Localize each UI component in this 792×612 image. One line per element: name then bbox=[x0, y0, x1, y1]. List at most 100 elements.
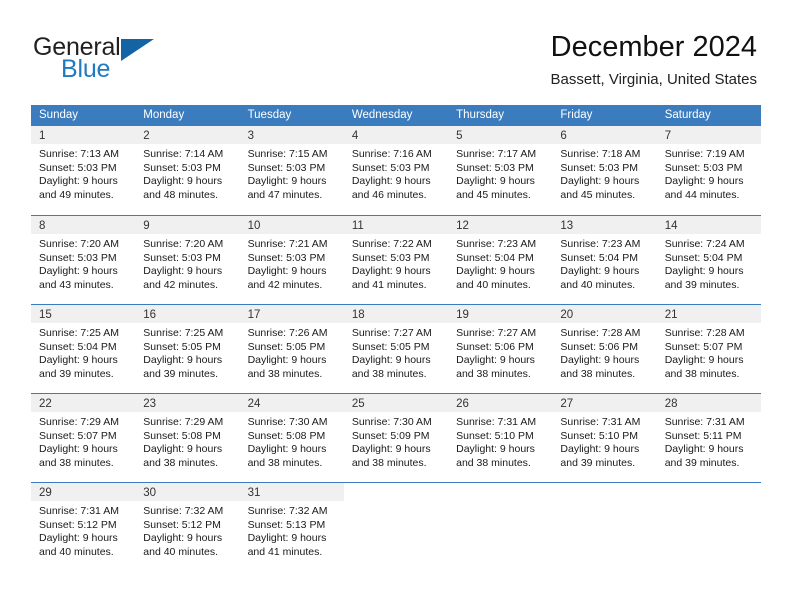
day-number-bar: 16 bbox=[135, 305, 240, 323]
sunrise-text: Sunrise: 7:20 AM bbox=[39, 238, 119, 250]
day-number-bar: 15 bbox=[31, 305, 136, 323]
day-number-bar: 2 bbox=[135, 126, 240, 144]
calendar-day-cell[interactable]: 23 Sunrise: 7:29 AM Sunset: 5:08 PM Dayligh… bbox=[135, 394, 240, 482]
title-block: December 2024 Bassett, Virginia, United … bbox=[551, 30, 758, 90]
calendar-day-cell[interactable]: 14 Sunrise: 7:24 AM Sunset: 5:04 PM Dayligh… bbox=[656, 216, 761, 304]
calendar-grid: Sunday Monday Tuesday Wednesday Thursday… bbox=[31, 105, 761, 571]
day-number-bar: 11 bbox=[343, 216, 449, 234]
daylight-text-line2: and 38 minutes. bbox=[456, 456, 531, 469]
daylight-text-line2: and 39 minutes. bbox=[560, 456, 636, 469]
calendar-day-cell[interactable]: 7 Sunrise: 7:19 AM Sunset: 5:03 PM Daylight… bbox=[656, 126, 761, 215]
day-number: 21 bbox=[664, 309, 678, 321]
day-number: 7 bbox=[664, 130, 672, 142]
calendar-day-cell[interactable]: 2 Sunrise: 7:14 AM Sunset: 5:03 PM Daylight… bbox=[135, 126, 240, 215]
daylight-text-line2: and 44 minutes. bbox=[664, 188, 740, 201]
sunset-text: Sunset: 5:10 PM bbox=[560, 429, 639, 442]
day-details: Sunrise: 7:20 AM Sunset: 5:03 PM Daylight:… bbox=[135, 234, 239, 292]
day-number: 27 bbox=[560, 398, 574, 410]
calendar-day-cell[interactable]: 12 Sunrise: 7:23 AM Sunset: 5:04 PM Dayligh… bbox=[448, 216, 553, 304]
calendar-day-cell[interactable]: 11 Sunrise: 7:22 AM Sunset: 5:03 PM Dayligh… bbox=[343, 216, 449, 304]
calendar-day-cell[interactable]: 20 Sunrise: 7:28 AM Sunset: 5:06 PM Dayligh… bbox=[552, 305, 657, 393]
weekday-header-wednesday: Wednesday bbox=[351, 109, 413, 121]
sunset-text: Sunset: 5:08 PM bbox=[143, 429, 221, 442]
daylight-text-line1: Daylight: 9 hours bbox=[39, 443, 118, 456]
calendar-day-cell[interactable]: 26 Sunrise: 7:31 AM Sunset: 5:10 PM Dayligh… bbox=[448, 394, 553, 482]
calendar-day-cell[interactable]: 19 Sunrise: 7:27 AM Sunset: 5:06 PM Dayligh… bbox=[448, 305, 553, 393]
day-number-bar: 29 bbox=[31, 483, 136, 501]
calendar-day-cell[interactable]: 13 Sunrise: 7:23 AM Sunset: 5:04 PM Dayligh… bbox=[552, 216, 657, 304]
calendar-day-cell[interactable]: 22 Sunrise: 7:29 AM Sunset: 5:07 PM Dayligh… bbox=[31, 394, 136, 482]
sunrise-text: Sunrise: 7:19 AM bbox=[664, 148, 745, 160]
sunset-text: Sunset: 5:05 PM bbox=[247, 340, 326, 353]
sunset-text: Sunset: 5:04 PM bbox=[456, 251, 534, 264]
day-number-bar: 28 bbox=[656, 394, 761, 412]
calendar-day-cell[interactable]: 9 Sunrise: 7:20 AM Sunset: 5:03 PM Daylight… bbox=[135, 216, 240, 304]
calendar-day-cell[interactable]: 25 Sunrise: 7:30 AM Sunset: 5:09 PM Dayligh… bbox=[343, 394, 449, 482]
day-details: Sunrise: 7:29 AM Sunset: 5:07 PM Daylight:… bbox=[31, 412, 135, 470]
calendar-day-cell[interactable]: 18 Sunrise: 7:27 AM Sunset: 5:05 PM Dayligh… bbox=[343, 305, 449, 393]
daylight-text-line2: and 38 minutes. bbox=[143, 456, 218, 469]
daylight-text-line1: Daylight: 9 hours bbox=[664, 443, 744, 456]
day-number: 14 bbox=[664, 220, 678, 232]
calendar-day-cell[interactable]: 15 Sunrise: 7:25 AM Sunset: 5:04 PM Dayligh… bbox=[31, 305, 136, 393]
daylight-text-line1: Daylight: 9 hours bbox=[39, 354, 118, 367]
day-number-bar: 7 bbox=[656, 126, 761, 144]
sunrise-text: Sunrise: 7:30 AM bbox=[247, 416, 328, 428]
calendar-day-cell[interactable]: 5 Sunrise: 7:17 AM Sunset: 5:03 PM Daylight… bbox=[448, 126, 553, 215]
day-number: 24 bbox=[247, 398, 261, 410]
calendar-day-cell[interactable]: 30 Sunrise: 7:32 AM Sunset: 5:12 PM Dayligh… bbox=[135, 483, 240, 571]
weekday-header-friday: Friday bbox=[560, 109, 593, 121]
daylight-text-line2: and 40 minutes. bbox=[456, 278, 531, 291]
day-number: 5 bbox=[456, 130, 463, 142]
calendar-day-cell[interactable]: 31 Sunrise: 7:32 AM Sunset: 5:13 PM Dayligh… bbox=[239, 483, 344, 571]
day-number: 30 bbox=[143, 487, 157, 499]
calendar-day-cell[interactable]: 16 Sunrise: 7:25 AM Sunset: 5:05 PM Dayligh… bbox=[135, 305, 240, 393]
calendar-day-cell[interactable]: 24 Sunrise: 7:30 AM Sunset: 5:08 PM Dayligh… bbox=[239, 394, 344, 482]
sunset-text: Sunset: 5:07 PM bbox=[39, 429, 117, 442]
brand-logo[interactable]: General Blue bbox=[33, 33, 213, 85]
day-number: 18 bbox=[351, 309, 365, 321]
calendar-cell-empty bbox=[344, 483, 448, 571]
sunset-text: Sunset: 5:10 PM bbox=[456, 429, 534, 442]
day-details: Sunrise: 7:29 AM Sunset: 5:08 PM Daylight:… bbox=[135, 412, 239, 470]
day-number-bar: 24 bbox=[239, 394, 344, 412]
brand-name-blue: Blue bbox=[61, 55, 111, 83]
weekday-header-thursday: Thursday bbox=[456, 109, 505, 121]
calendar-day-cell[interactable]: 10 Sunrise: 7:21 AM Sunset: 5:03 PM Dayligh… bbox=[239, 216, 344, 304]
calendar-day-cell[interactable]: 1 Sunrise: 7:13 AM Sunset: 5:03 PM Daylight… bbox=[31, 126, 136, 215]
sunset-text: Sunset: 5:13 PM bbox=[247, 518, 326, 531]
calendar-day-cell[interactable]: 3 Sunrise: 7:15 AM Sunset: 5:03 PM Daylight… bbox=[239, 126, 344, 215]
day-number-bar: 10 bbox=[239, 216, 344, 234]
day-details: Sunrise: 7:25 AM Sunset: 5:05 PM Daylight:… bbox=[135, 323, 239, 381]
sunrise-text: Sunrise: 7:31 AM bbox=[456, 416, 537, 428]
day-number-bar bbox=[552, 483, 656, 501]
calendar-day-cell[interactable]: 8 Sunrise: 7:20 AM Sunset: 5:03 PM Daylight… bbox=[31, 216, 136, 304]
sunset-text: Sunset: 5:08 PM bbox=[247, 429, 326, 442]
sunset-text: Sunset: 5:12 PM bbox=[39, 518, 117, 531]
daylight-text-line2: and 38 minutes. bbox=[39, 456, 114, 469]
daylight-text-line1: Daylight: 9 hours bbox=[351, 175, 431, 188]
sunset-text: Sunset: 5:03 PM bbox=[351, 251, 430, 264]
calendar-day-cell[interactable]: 28 Sunrise: 7:31 AM Sunset: 5:11 PM Dayligh… bbox=[656, 394, 761, 482]
day-number-bar: 18 bbox=[343, 305, 449, 323]
calendar-day-cell[interactable]: 29 Sunrise: 7:31 AM Sunset: 5:12 PM Dayligh… bbox=[31, 483, 136, 571]
daylight-text-line1: Daylight: 9 hours bbox=[351, 265, 431, 278]
calendar-day-cell[interactable]: 17 Sunrise: 7:26 AM Sunset: 5:05 PM Dayligh… bbox=[239, 305, 344, 393]
calendar-day-cell[interactable]: 4 Sunrise: 7:16 AM Sunset: 5:03 PM Daylight… bbox=[343, 126, 449, 215]
weekday-header-row: Sunday Monday Tuesday Wednesday Thursday… bbox=[31, 105, 761, 126]
sunrise-text: Sunrise: 7:18 AM bbox=[560, 148, 641, 160]
sunrise-text: Sunrise: 7:25 AM bbox=[143, 327, 224, 339]
sunset-text: Sunset: 5:03 PM bbox=[143, 161, 221, 174]
day-number-bar: 14 bbox=[656, 216, 761, 234]
daylight-text-line1: Daylight: 9 hours bbox=[664, 354, 744, 367]
day-details: Sunrise: 7:25 AM Sunset: 5:04 PM Daylight:… bbox=[31, 323, 135, 381]
sunrise-text: Sunrise: 7:13 AM bbox=[39, 148, 119, 160]
sunrise-text: Sunrise: 7:22 AM bbox=[351, 238, 432, 250]
calendar-day-cell[interactable]: 21 Sunrise: 7:28 AM Sunset: 5:07 PM Dayligh… bbox=[656, 305, 761, 393]
day-details: Sunrise: 7:28 AM Sunset: 5:06 PM Daylight:… bbox=[552, 323, 656, 381]
calendar-day-cell[interactable]: 6 Sunrise: 7:18 AM Sunset: 5:03 PM Daylight… bbox=[552, 126, 657, 215]
daylight-text-line1: Daylight: 9 hours bbox=[456, 354, 535, 367]
daylight-text-line1: Daylight: 9 hours bbox=[664, 265, 744, 278]
daylight-text-line1: Daylight: 9 hours bbox=[143, 532, 223, 545]
calendar-day-cell[interactable]: 27 Sunrise: 7:31 AM Sunset: 5:10 PM Dayligh… bbox=[552, 394, 657, 482]
